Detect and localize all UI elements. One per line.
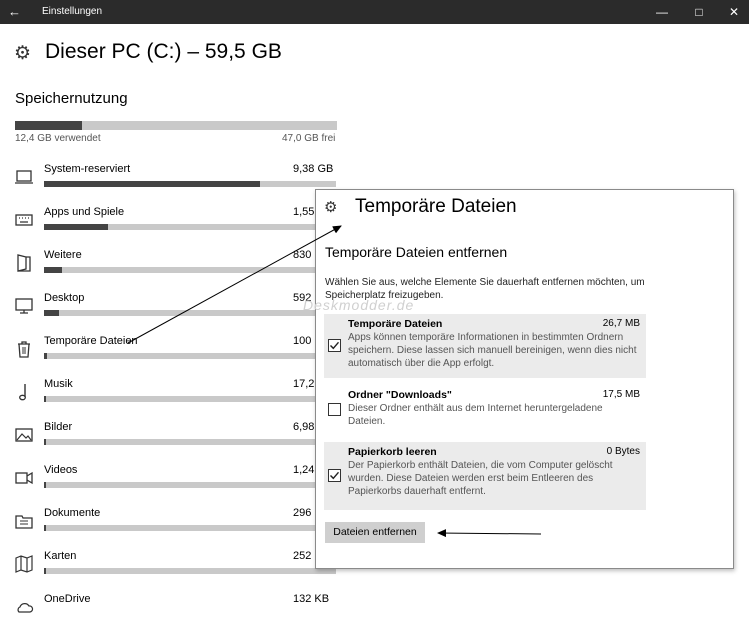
arrow-to-button — [437, 529, 542, 538]
arrow-to-panel-title — [127, 225, 342, 344]
annotation-arrows — [127, 225, 542, 538]
